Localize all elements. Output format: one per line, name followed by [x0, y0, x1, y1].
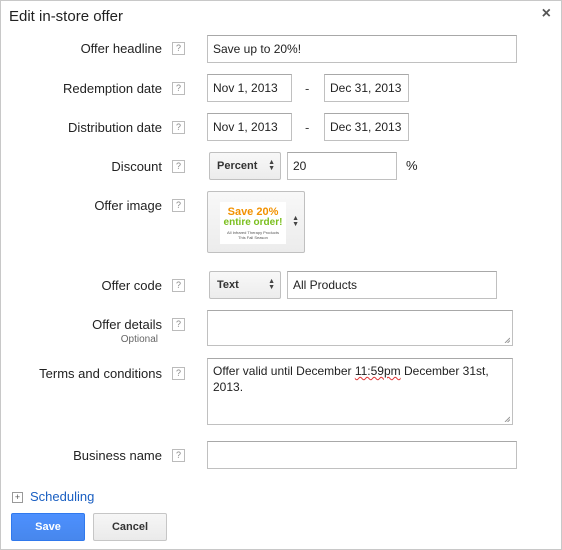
- terms-textarea[interactable]: Offer valid until December 11:59pm Decem…: [207, 358, 513, 425]
- help-icon[interactable]: ?: [172, 318, 185, 331]
- business-name-label: Business name: [73, 448, 162, 463]
- distribution-end-date-input[interactable]: Dec 31, 2013: [324, 113, 409, 141]
- offer-image-thumbnail: Save 20% entire order! All Infrared Ther…: [220, 202, 286, 244]
- help-icon[interactable]: ?: [172, 160, 185, 173]
- help-icon[interactable]: ?: [172, 449, 185, 462]
- offer-image-label: Offer image: [94, 198, 162, 213]
- offer-code-input[interactable]: All Products: [287, 271, 497, 299]
- thumb-subhead: entire order!: [223, 217, 283, 228]
- offer-code-type-value: Text: [217, 279, 239, 291]
- offer-details-textarea[interactable]: [207, 310, 513, 346]
- discount-label: Discount: [111, 159, 162, 174]
- edit-offer-dialog: Edit in-store offer × Offer headline ? S…: [0, 0, 562, 550]
- optional-label: Optional: [120, 334, 158, 345]
- date-separator: -: [305, 120, 310, 135]
- offer-headline-label: Offer headline: [80, 41, 162, 56]
- select-arrows-icon: ▲ ▼: [268, 159, 275, 172]
- offer-details-label: Offer details: [92, 317, 162, 332]
- expand-icon[interactable]: +: [12, 492, 23, 503]
- dialog-title: Edit in-store offer: [9, 8, 123, 25]
- help-icon[interactable]: ?: [172, 42, 185, 55]
- help-icon[interactable]: ?: [172, 82, 185, 95]
- help-icon[interactable]: ?: [172, 199, 185, 212]
- offer-code-label: Offer code: [101, 278, 162, 293]
- percent-unit: %: [406, 158, 418, 173]
- close-icon[interactable]: ×: [542, 5, 551, 23]
- discount-type-select[interactable]: Percent ▲ ▼: [209, 152, 281, 180]
- terms-label: Terms and conditions: [39, 366, 162, 381]
- discount-value-input[interactable]: 20: [287, 152, 397, 180]
- discount-type-value: Percent: [217, 160, 258, 172]
- offer-image-picker[interactable]: Save 20% entire order! All Infrared Ther…: [207, 191, 305, 253]
- cancel-button[interactable]: Cancel: [93, 513, 167, 541]
- offer-headline-input[interactable]: Save up to 20%!: [207, 35, 517, 63]
- help-icon[interactable]: ?: [172, 121, 185, 134]
- help-icon[interactable]: ?: [172, 279, 185, 292]
- redemption-date-label: Redemption date: [62, 81, 162, 96]
- select-arrows-icon: ▲ ▼: [292, 215, 299, 228]
- distribution-start-date-input[interactable]: Nov 1, 2013: [207, 113, 292, 141]
- select-arrows-icon: ▲ ▼: [268, 278, 275, 291]
- business-name-input[interactable]: [207, 441, 517, 469]
- scheduling-link[interactable]: Scheduling: [30, 489, 94, 504]
- terms-text-part1: Offer valid until December: [213, 364, 355, 378]
- redemption-start-date-input[interactable]: Nov 1, 2013: [207, 74, 292, 102]
- terms-text-misspelled: 11:59pm: [354, 364, 401, 378]
- thumb-fineprint-2: This Fall Season: [238, 235, 268, 240]
- redemption-end-date-input[interactable]: Dec 31, 2013: [324, 74, 409, 102]
- date-separator: -: [305, 81, 310, 96]
- save-button[interactable]: Save: [11, 513, 85, 541]
- help-icon[interactable]: ?: [172, 367, 185, 380]
- offer-code-type-select[interactable]: Text ▲ ▼: [209, 271, 281, 299]
- distribution-date-label: Distribution date: [68, 120, 162, 135]
